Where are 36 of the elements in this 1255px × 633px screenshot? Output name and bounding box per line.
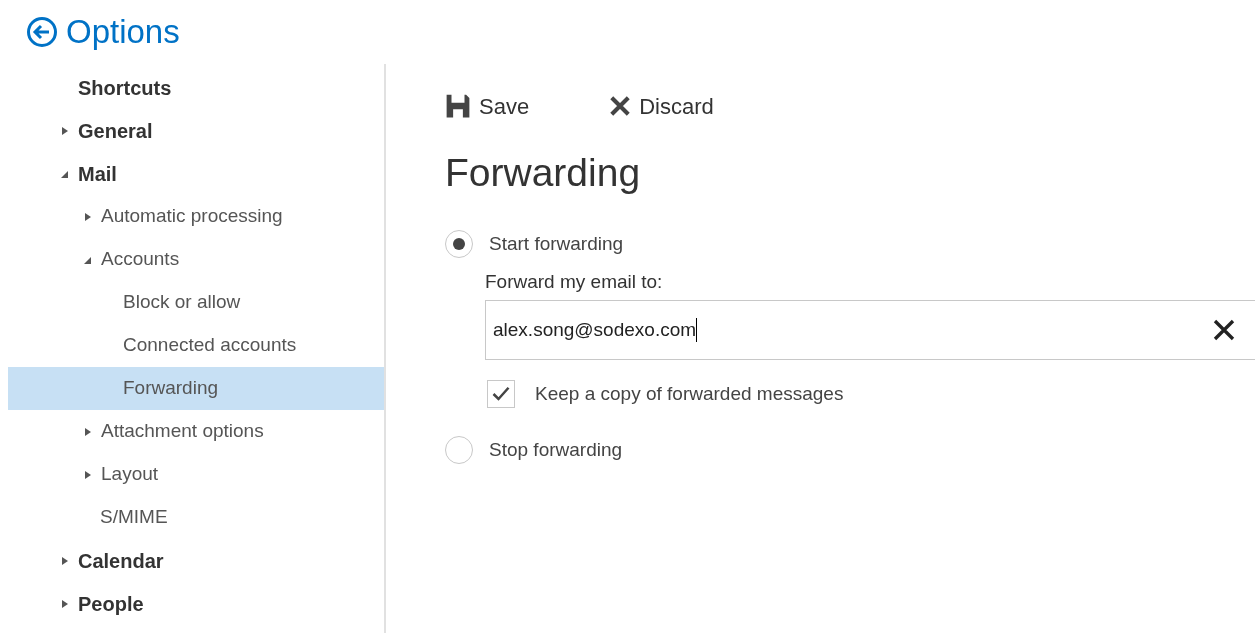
nav-item[interactable]: Shortcuts bbox=[8, 66, 384, 109]
nav-item[interactable]: People bbox=[8, 582, 384, 625]
collapsed-arrow-icon[interactable] bbox=[60, 125, 70, 136]
close-icon bbox=[609, 95, 632, 117]
checkbox[interactable] bbox=[487, 380, 515, 408]
collapsed-arrow-icon[interactable] bbox=[60, 598, 70, 609]
nav-item[interactable]: Block or allow bbox=[8, 281, 384, 324]
nav-item[interactable]: Accounts bbox=[8, 238, 384, 281]
radio-button[interactable] bbox=[445, 230, 473, 258]
nav-item[interactable]: Mail bbox=[8, 152, 384, 195]
nav-item[interactable]: Calendar bbox=[8, 539, 384, 582]
checkbox-label: Keep a copy of forwarded messages bbox=[535, 381, 844, 406]
field-label: Forward my email to: bbox=[485, 270, 664, 294]
nav-item[interactable]: General bbox=[8, 109, 384, 152]
collapsed-arrow-icon[interactable] bbox=[83, 469, 93, 480]
clear-icon[interactable] bbox=[1212, 318, 1236, 342]
nav-item[interactable]: Connected accounts bbox=[8, 324, 384, 367]
collapsed-arrow-icon[interactable] bbox=[60, 555, 70, 566]
collapsed-arrow-icon[interactable] bbox=[83, 211, 93, 222]
radio-label: Stop forwarding bbox=[489, 437, 623, 462]
nav-item[interactable]: Automatic processing bbox=[8, 195, 384, 238]
checkmark-icon bbox=[491, 384, 511, 404]
section-heading: Forwarding bbox=[445, 150, 642, 196]
nav-item[interactable]: S/MIME bbox=[8, 496, 384, 539]
save-icon bbox=[445, 93, 471, 119]
discard-button[interactable]: Discard bbox=[609, 89, 714, 123]
save-button[interactable]: Save bbox=[445, 89, 530, 123]
nav-item[interactable]: Attachment options bbox=[8, 410, 384, 453]
page-title: Options bbox=[66, 12, 180, 53]
back-icon[interactable] bbox=[26, 16, 58, 48]
nav-item[interactable]: Layout bbox=[8, 453, 384, 496]
radio-label: Start forwarding bbox=[489, 231, 624, 256]
email-field[interactable]: alex.song@sodexo.com bbox=[485, 300, 1255, 360]
collapsed-arrow-icon[interactable] bbox=[83, 426, 93, 437]
radio-button[interactable] bbox=[445, 436, 473, 464]
nav-item[interactable]: Forwarding bbox=[8, 367, 384, 410]
